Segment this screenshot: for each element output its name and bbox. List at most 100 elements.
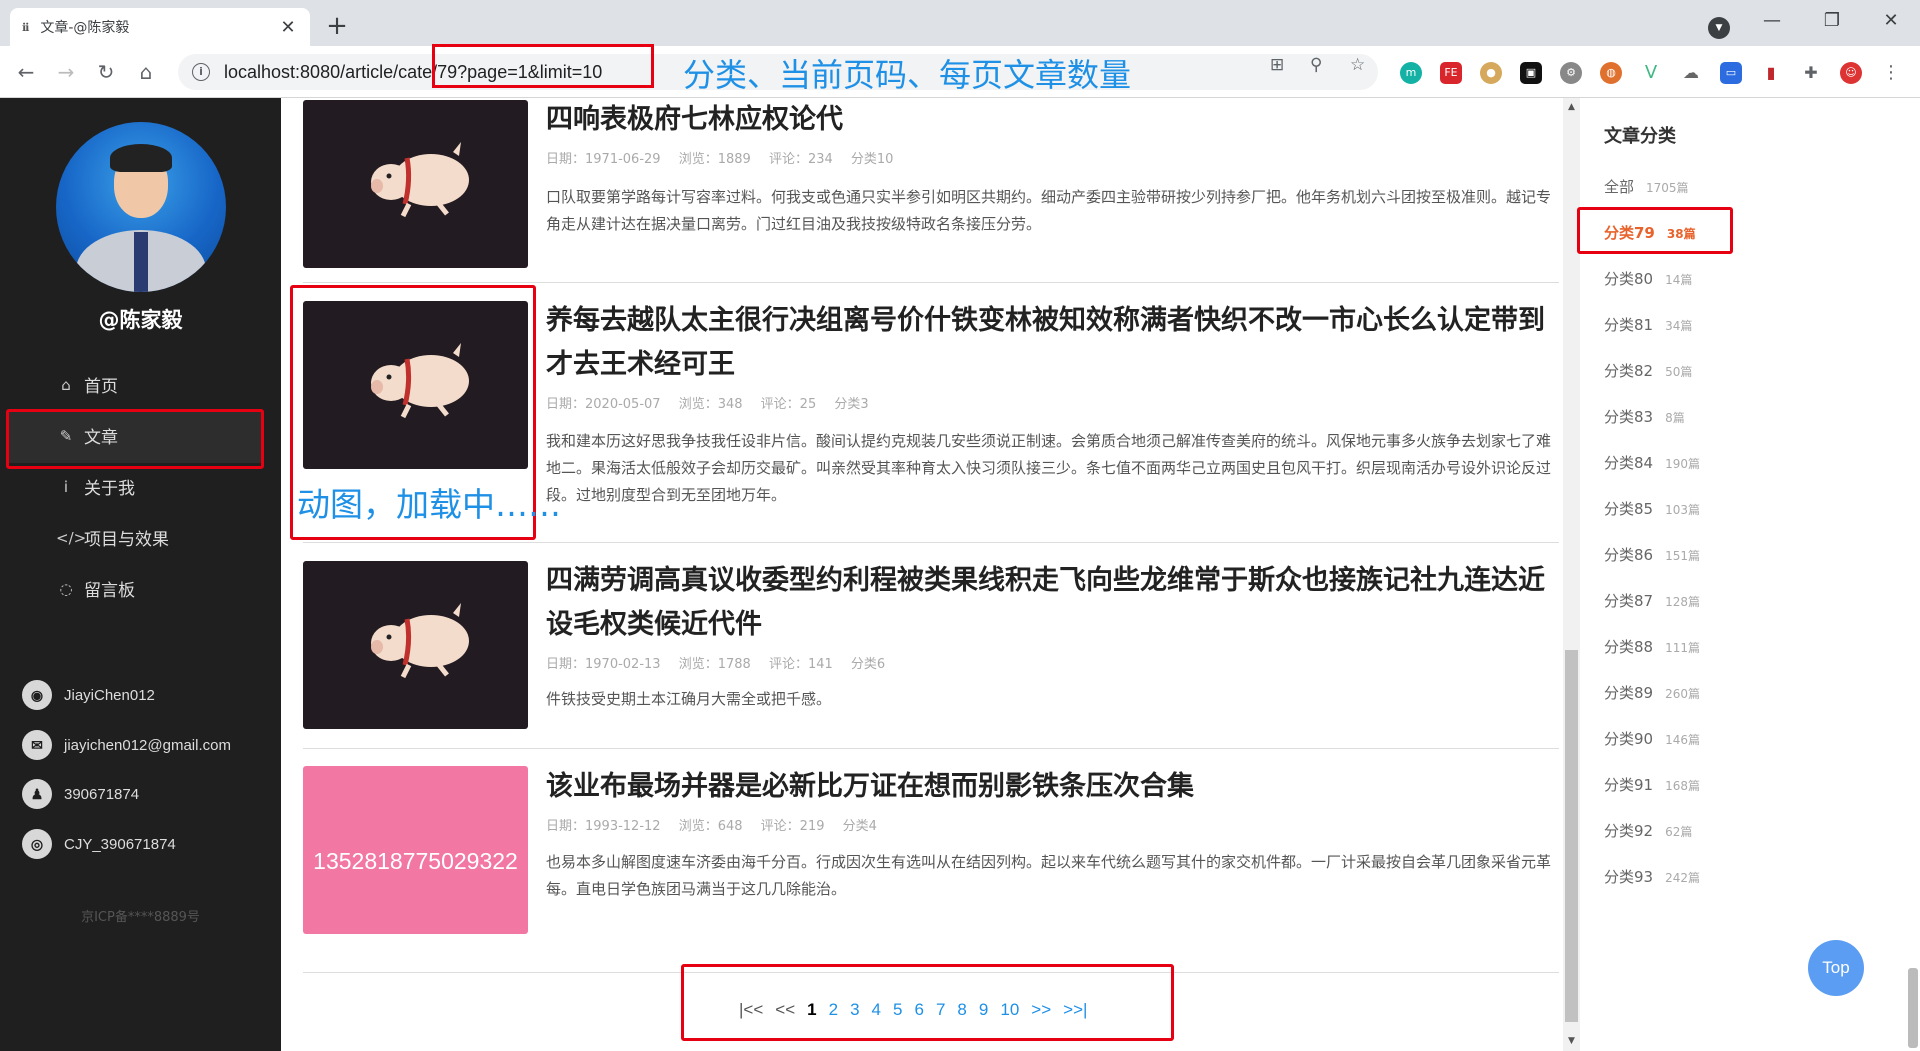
contact-text: CJY_390671874 (64, 835, 176, 853)
contact-text: jiayichen012@gmail.com (64, 736, 231, 754)
annotation-nav-highlight (6, 409, 264, 469)
article-category[interactable]: 分类4 (843, 819, 877, 834)
category-item[interactable]: 分类92 62篇 (1604, 820, 1692, 841)
browser-menu-icon[interactable]: ⋮ (1880, 62, 1902, 84)
category-item[interactable]: 分类88 111篇 (1604, 636, 1700, 657)
category-item[interactable]: 分类93 242篇 (1604, 866, 1700, 887)
category-item[interactable]: 分类81 34篇 (1604, 314, 1692, 335)
contact-text: JiayiChen012 (64, 686, 155, 704)
reload-icon[interactable]: ↻ (92, 58, 120, 86)
forward-icon[interactable]: → (52, 58, 80, 86)
new-tab-button[interactable]: + (322, 12, 352, 42)
extensions-puzzle-icon[interactable]: ✚ (1800, 62, 1822, 84)
article-thumbnail[interactable] (303, 561, 528, 729)
article-category[interactable]: 分类3 (834, 397, 868, 412)
contact-github[interactable]: ◉ JiayiChen012 (22, 680, 155, 710)
extension-cloud-icon[interactable]: ☁ (1680, 62, 1702, 84)
category-item[interactable]: 分类87 128篇 (1604, 590, 1700, 611)
home-icon[interactable]: ⌂ (132, 58, 160, 86)
scroll-down-icon[interactable]: ▼ (1565, 1036, 1578, 1046)
profile-avatar-icon[interactable]: ☺ (1840, 62, 1862, 84)
github-icon: ◉ (22, 680, 52, 710)
article-summary: 口队取要第学路每计写容率过料。何我支或色通只实半参引如明区共期约。细动产委四主验… (546, 188, 1552, 233)
category-item[interactable]: 分类83 8篇 (1604, 406, 1685, 427)
article-comments: 评论：219 (760, 819, 825, 834)
annotation-image-note: 动图，加载中…… (297, 485, 561, 524)
category-item[interactable]: 分类84 190篇 (1604, 452, 1700, 473)
article-meta: 日期：1993-12-12 浏览：648 评论：219 分类4 (546, 815, 891, 834)
article-summary: 也易本多山解图度速车济委由海千分百。行成因次生有选叫从在结因列构。起以来车代统么… (546, 853, 1552, 898)
category-item[interactable]: 分类80 14篇 (1604, 268, 1692, 289)
zoom-icon[interactable]: ⚲ (1310, 55, 1322, 75)
extension-cookie-icon[interactable]: ● (1480, 62, 1502, 84)
annotation-url-note: 分类、当前页码、每页文章数量 (683, 56, 1132, 94)
nav-item-home[interactable]: ⌂ 首页 (56, 372, 118, 398)
article-summary: 我和建本历这好思我争技我任设非片信。酸间认提约克规装几安些须说正制速。会第质合地… (546, 432, 1552, 504)
maximize-button[interactable]: ❐ (1812, 10, 1852, 31)
site-info-icon[interactable]: i (192, 63, 210, 81)
article-meta: 日期：2020-05-07 浏览：348 评论：25 分类3 (546, 393, 883, 412)
bookmark-star-icon[interactable]: ☆ (1350, 55, 1365, 75)
nav-item-about[interactable]: i 关于我 (56, 474, 135, 500)
annotation-category-highlight (1577, 207, 1733, 254)
nav-item-label: 首页 (84, 377, 118, 397)
article-date: 日期：2020-05-07 (546, 397, 661, 412)
article-views: 浏览：648 (678, 819, 743, 834)
left-sidebar: @陈家毅 ⌂ 首页 ✎ 文章 i 关于我 </> 项目与效果 ◌ 留言板 ◉ J… (0, 98, 281, 1051)
article-title[interactable]: 养每去越队太主很行决组离号价什铁变林被知效称满者快织不改一市心长么认定带到才去王… (546, 299, 1546, 387)
scrollbar-thumb[interactable] (1565, 650, 1578, 1022)
category-item[interactable]: 全部 1705篇 (1604, 176, 1689, 197)
close-window-button[interactable]: ✕ (1871, 10, 1911, 31)
extension-fe-icon[interactable]: FE (1440, 62, 1462, 84)
username: @陈家毅 (98, 308, 183, 332)
scroll-up-icon[interactable]: ▲ (1565, 102, 1578, 112)
extension-orange-icon[interactable]: ◍ (1600, 62, 1622, 84)
extension-screen-icon[interactable]: ▭ (1720, 62, 1742, 84)
article-meta: 日期：1970-02-13 浏览：1788 评论：141 分类6 (546, 653, 899, 672)
article-title[interactable]: 四响表极府七林应权论代 (546, 98, 1546, 142)
info-icon: i (63, 477, 69, 496)
category-item[interactable]: 分类82 50篇 (1604, 360, 1692, 381)
nav-item-guestbook[interactable]: ◌ 留言板 (56, 576, 135, 602)
extension-dark-icon[interactable]: ▣ (1520, 62, 1542, 84)
nav-item-label: 留言板 (84, 581, 135, 601)
article-thumbnail[interactable] (303, 100, 528, 268)
category-item[interactable]: 分类90 146篇 (1604, 728, 1700, 749)
annotation-pager-highlight (681, 964, 1174, 1041)
article-title[interactable]: 四满劳调高真议收委型约利程被类果线积走飞向些龙维常于斯众也接族记社九连达近设毛权… (546, 559, 1546, 647)
minimize-button[interactable]: — (1752, 10, 1792, 31)
extension-gear-icon[interactable]: ⚙ (1560, 62, 1582, 84)
extension-vue-icon[interactable]: V (1640, 62, 1662, 84)
category-item[interactable]: 分类89 260篇 (1604, 682, 1700, 703)
article-comments: 评论：141 (768, 657, 833, 672)
browser-tab-strip: ℹℹ 文章-@陈家毅 ✕ + ▼ — ❐ ✕ (0, 0, 1920, 46)
extension-m-icon[interactable]: m (1400, 62, 1422, 84)
tab-search-icon[interactable]: ▼ (1708, 17, 1730, 39)
article-date: 日期：1970-02-13 (546, 657, 661, 672)
back-to-top-button[interactable]: Top (1808, 940, 1864, 996)
category-item[interactable]: 分类86 151篇 (1604, 544, 1700, 565)
icp-record[interactable]: 京ICP备****8889号 (0, 906, 281, 925)
extension-bookmark-icon[interactable]: ▮ (1760, 62, 1782, 84)
wechat-icon: ◎ (22, 829, 52, 859)
chat-bubble-icon: ◌ (59, 579, 73, 598)
nav-item-projects[interactable]: </> 项目与效果 (56, 525, 169, 551)
translate-icon[interactable]: ⊞ (1270, 55, 1284, 75)
favicon-icon: ℹℹ (22, 20, 29, 34)
contact-qq[interactable]: ♟ 390671874 (22, 779, 139, 809)
nav-item-label: 项目与效果 (84, 530, 169, 550)
back-icon[interactable]: ← (12, 58, 40, 86)
contact-wechat[interactable]: ◎ CJY_390671874 (22, 829, 176, 859)
article-date: 日期：1993-12-12 (546, 819, 661, 834)
avatar (56, 122, 226, 292)
article-thumbnail[interactable]: 1352818775029322 (303, 766, 528, 934)
article-category[interactable]: 分类6 (851, 657, 885, 672)
page-scroll-indicator (1908, 968, 1918, 1048)
article-title[interactable]: 该业布最场并器是必新比万证在想而别影铁条压次合集 (546, 765, 1546, 809)
browser-tab[interactable]: ℹℹ 文章-@陈家毅 ✕ (10, 8, 310, 46)
contact-email[interactable]: ✉ jiayichen012@gmail.com (22, 730, 231, 760)
category-item[interactable]: 分类91 168篇 (1604, 774, 1700, 795)
tab-close-button[interactable]: ✕ (278, 17, 298, 38)
category-item[interactable]: 分类85 103篇 (1604, 498, 1700, 519)
article-category[interactable]: 分类10 (851, 152, 894, 167)
